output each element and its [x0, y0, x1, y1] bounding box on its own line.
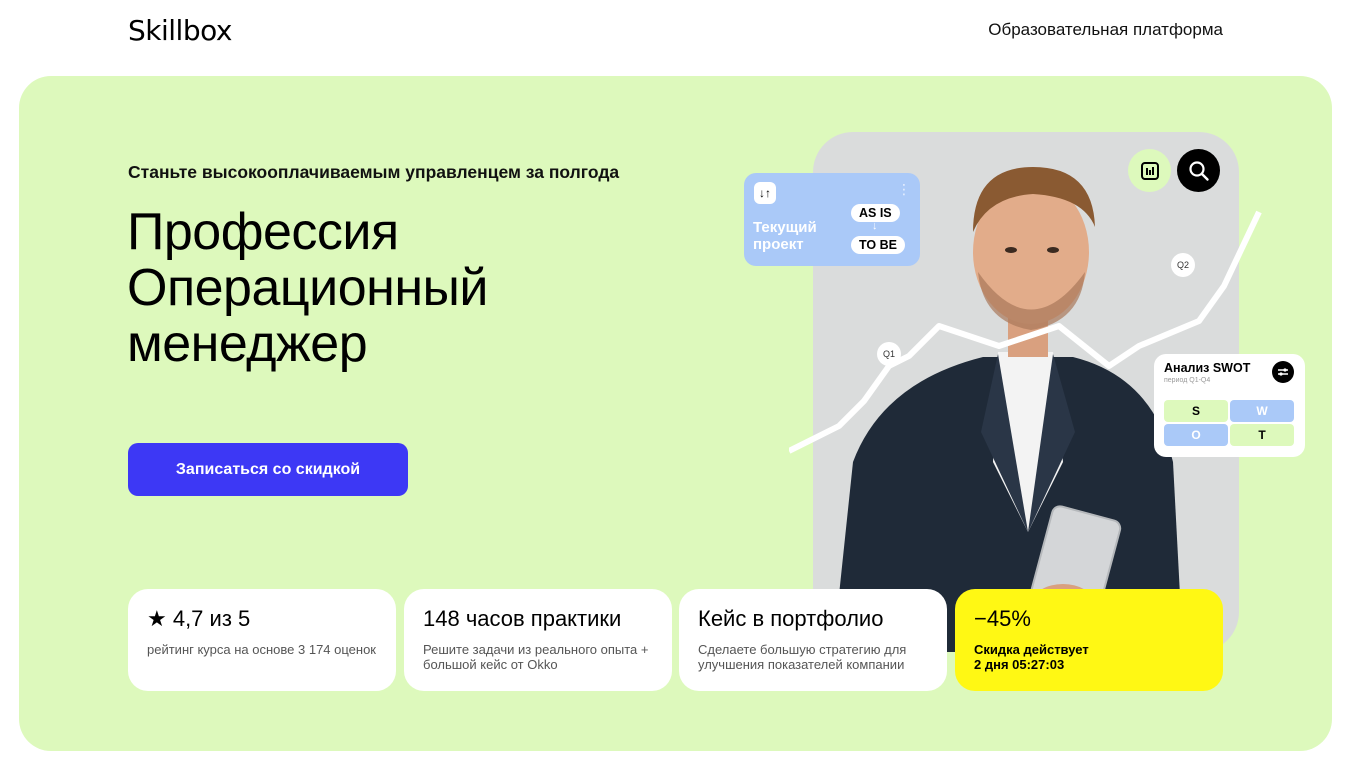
hero-section: Станьте высокооплачиваемым управленцем з…	[19, 76, 1332, 751]
title-line: Профессия	[127, 203, 399, 261]
stat-heading: Кейс в портфолио	[698, 606, 884, 631]
enroll-discount-button[interactable]: Записаться со скидкой	[128, 443, 408, 496]
swot-s: S	[1164, 400, 1228, 422]
stat-card-rating: ★ 4,7 из 5 рейтинг курса на основе 3 174…	[128, 589, 396, 691]
discount-timer: Скидка действует 2 дня 05:27:03	[974, 642, 1089, 672]
stat-card-portfolio: Кейс в портфолио Сделаете большую страте…	[679, 589, 947, 691]
q1-badge: Q1	[877, 342, 901, 366]
stat-description: рейтинг курса на основе 3 174 оценок	[147, 642, 376, 657]
search-icon	[1177, 149, 1220, 192]
site-header: Skillbox Образовательная платформа	[0, 0, 1358, 66]
platform-link[interactable]: Образовательная платформа	[988, 20, 1223, 40]
stat-card-discount[interactable]: −45% Скидка действует 2 дня 05:27:03	[955, 589, 1223, 691]
to-be-pill: TO BE	[851, 236, 905, 254]
swot-card: Анализ SWOT период Q1-Q4 S W O T	[1154, 354, 1305, 457]
chart-icon	[1128, 149, 1171, 192]
swot-o: O	[1164, 424, 1228, 446]
discount-heading: −45%	[974, 606, 1031, 631]
stat-card-practice: 148 часов практики Решите задачи из реал…	[404, 589, 672, 691]
stat-heading: 148 часов практики	[423, 606, 622, 631]
title-line: менеджер	[127, 315, 368, 373]
filter-icon	[1272, 361, 1294, 383]
arrow-down-icon: ↓	[872, 220, 878, 232]
stat-heading: ★ 4,7 из 5	[147, 606, 251, 631]
swap-arrows-icon: ↓↑	[754, 182, 776, 204]
more-icon: ⋮	[897, 181, 911, 197]
page-title: Профессия Операционный менеджер	[127, 204, 488, 372]
swot-t: T	[1230, 424, 1294, 446]
stat-description: Сделаете большую стратегию для улучшения…	[698, 642, 907, 672]
skillbox-logo[interactable]: Skillbox	[128, 14, 232, 47]
title-line: Операционный	[127, 259, 488, 317]
project-label: Текущий проект	[753, 219, 817, 253]
swot-w: W	[1230, 400, 1294, 422]
current-project-card: ↓↑ ⋮ Текущий проект AS IS ↓ TO BE	[744, 173, 920, 266]
q2-badge: Q2	[1171, 253, 1195, 277]
swot-title: Анализ SWOT	[1164, 361, 1251, 375]
stat-description: Решите задачи из реального опыта + больш…	[423, 642, 649, 672]
swot-period: период Q1-Q4	[1164, 377, 1211, 384]
hero-subtitle: Станьте высокооплачиваемым управленцем з…	[128, 162, 620, 182]
